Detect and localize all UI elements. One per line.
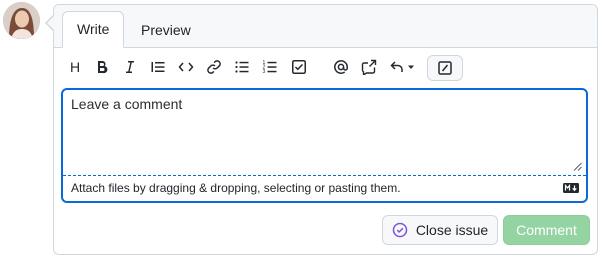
- slash-commands-icon[interactable]: [427, 55, 463, 81]
- issue-closed-icon: [392, 222, 408, 238]
- resize-handle-icon[interactable]: [573, 162, 582, 171]
- svg-text:3: 3: [263, 69, 266, 75]
- markdown-icon[interactable]: [563, 183, 579, 193]
- heading-label: H: [69, 59, 81, 75]
- bold-icon[interactable]: [92, 57, 112, 77]
- reference-icon[interactable]: [359, 57, 379, 77]
- user-avatar[interactable]: [3, 2, 40, 39]
- close-issue-label: Close issue: [415, 222, 489, 238]
- comment-editor: Attach files by dragging & dropping, sel…: [61, 88, 588, 203]
- close-issue-button[interactable]: Close issue: [382, 215, 498, 245]
- attach-files-bar[interactable]: Attach files by dragging & dropping, sel…: [63, 175, 586, 201]
- attach-files-text: Attach files by dragging & dropping, sel…: [71, 181, 401, 195]
- mention-icon[interactable]: [331, 57, 351, 77]
- heading-icon[interactable]: H: [65, 57, 85, 77]
- comment-label: Comment: [516, 222, 577, 238]
- tab-header: Write Preview: [54, 5, 597, 48]
- saved-replies-icon[interactable]: [387, 57, 417, 77]
- comment-textarea[interactable]: [63, 90, 586, 174]
- tab-write[interactable]: Write: [62, 11, 125, 48]
- comment-box: Write Preview H 123 Leave a comment Atta…: [53, 4, 598, 255]
- comment-button[interactable]: Comment: [503, 215, 590, 245]
- code-icon[interactable]: [176, 57, 196, 77]
- comment-box-caret-fill: [47, 16, 54, 30]
- markdown-toolbar: H 123: [54, 48, 597, 88]
- task-list-icon[interactable]: [289, 57, 309, 77]
- tab-preview[interactable]: Preview: [127, 13, 205, 47]
- italic-icon[interactable]: [120, 57, 140, 77]
- ordered-list-icon[interactable]: 123: [260, 57, 280, 77]
- unordered-list-icon[interactable]: [232, 57, 252, 77]
- quote-icon[interactable]: [148, 57, 168, 77]
- link-icon[interactable]: [204, 57, 224, 77]
